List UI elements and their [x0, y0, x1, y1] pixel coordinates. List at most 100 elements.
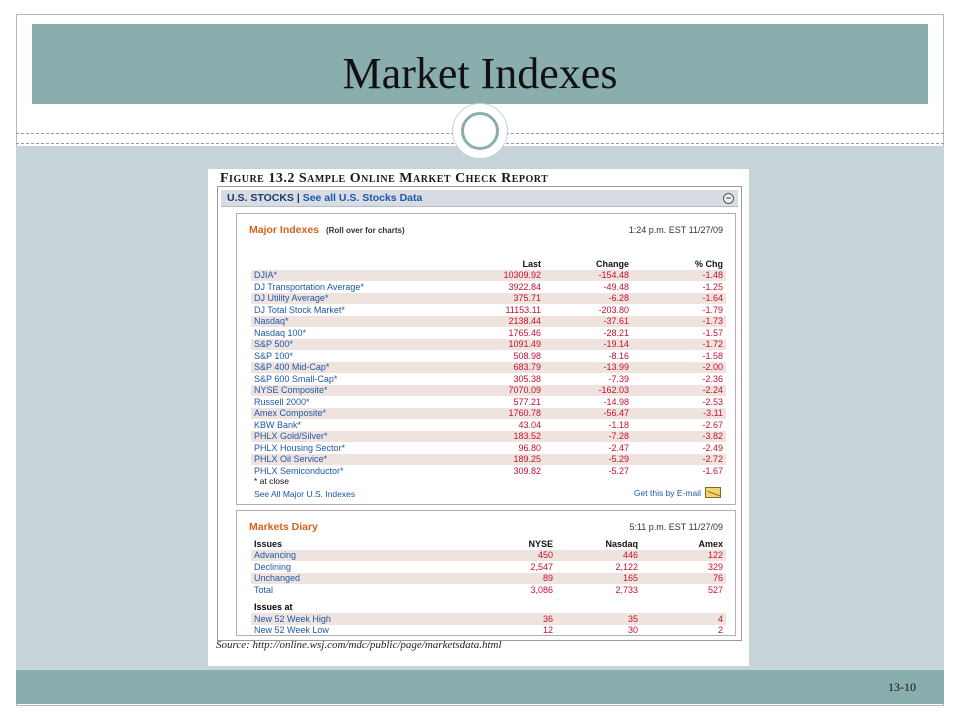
- cell-value: -1.25: [702, 281, 723, 292]
- row-label[interactable]: PHLX Semiconductor*: [251, 465, 456, 477]
- cell-value: 1760.78: [456, 407, 544, 419]
- table-subheader-row: Issues at: [251, 602, 726, 614]
- cell-value: 446: [556, 549, 641, 561]
- table-row: Advancing 450 446 122: [251, 549, 726, 561]
- cell-value: -2.36: [702, 373, 723, 384]
- table-row: DJ Transportation Average* 3922.84 -49.48 -…: [251, 281, 726, 293]
- row-label[interactable]: S&P 500*: [251, 338, 456, 350]
- row-label[interactable]: DJ Total Stock Market*: [251, 304, 456, 316]
- row-label[interactable]: Amex Composite*: [251, 407, 456, 419]
- cell-value: -14.98: [603, 396, 629, 407]
- row-label[interactable]: DJIA*: [251, 269, 456, 281]
- cell-value: -49.48: [603, 281, 629, 292]
- cell-value: 4: [641, 613, 726, 625]
- table-row: S&P 100* 508.98 -8.16 -1.58: [251, 350, 726, 362]
- cell-value: -2.72: [632, 453, 726, 465]
- row-label[interactable]: Nasdaq 100*: [251, 327, 456, 339]
- table-row: Nasdaq* 2138.44 -37.61 -1.73: [251, 315, 726, 327]
- row-label: New 52 Week High: [251, 613, 471, 625]
- row-label[interactable]: NYSE Composite*: [251, 384, 456, 396]
- table-row: Russell 2000* 577.21 -14.98 -2.53: [251, 396, 726, 408]
- cell-value: 10309.92: [456, 269, 544, 281]
- row-label[interactable]: DJ Utility Average*: [251, 292, 456, 304]
- row-label[interactable]: DJ Transportation Average*: [251, 281, 456, 293]
- row-label[interactable]: S&P 100*: [251, 350, 456, 362]
- table-row: Nasdaq 100* 1765.46 -28.21 -1.57: [251, 327, 726, 339]
- cell-value: -1.64: [632, 292, 726, 304]
- email-link[interactable]: Get this by E-mail: [634, 487, 721, 498]
- cell-value: -2.00: [632, 361, 726, 373]
- cell-value: 2,547: [530, 561, 553, 572]
- cell-value: 11153.11: [505, 304, 541, 315]
- row-label[interactable]: Nasdaq*: [251, 315, 456, 327]
- rollover-hint: (Roll over for charts): [325, 226, 405, 235]
- major-indexes-table: Last Change % Chg DJIA* 10309.92 -154.48 -1…: [251, 258, 726, 477]
- cell-value: -1.48: [632, 269, 726, 281]
- cell-value: 309.82: [513, 465, 541, 476]
- cell-value: -2.49: [702, 442, 723, 453]
- row-label[interactable]: S&P 600 Small-Cap*: [251, 373, 456, 385]
- issues-at-subheader: Issues at: [254, 602, 293, 613]
- us-stocks-header: U.S. STOCKS | See all U.S. Stocks Data −: [221, 190, 738, 207]
- cell-value: -1.72: [632, 338, 726, 350]
- cell-value: 165: [556, 572, 641, 584]
- table-row: Unchanged 89 165 76: [251, 572, 726, 584]
- cell-value: -3.11: [632, 407, 726, 419]
- column-header: NYSE: [528, 538, 553, 549]
- cell-value: -19.14: [544, 338, 632, 350]
- table-row: New 52 Week High 36 35 4: [251, 613, 726, 625]
- cell-value: -162.03: [544, 384, 632, 396]
- footer-bar: 13-10: [16, 670, 944, 704]
- cell-value: 3,086: [530, 584, 553, 595]
- cell-value: 2,733: [615, 584, 638, 595]
- mail-icon[interactable]: [705, 487, 721, 498]
- cell-value: -7.28: [544, 430, 632, 442]
- table-row: PHLX Semiconductor* 309.82 -5.27 -1.67: [251, 465, 726, 477]
- row-label[interactable]: PHLX Oil Service*: [251, 453, 456, 465]
- source-caption: Source: http://online.wsj.com/mdc/public…: [216, 639, 502, 651]
- table-row: DJIA* 10309.92 -154.48 -1.48: [251, 269, 726, 281]
- cell-value: -2.47: [608, 442, 629, 453]
- cell-value: -2.24: [632, 384, 726, 396]
- cell-value: 527: [707, 584, 723, 595]
- cell-value: 508.98: [513, 350, 541, 361]
- table-row: S&P 600 Small-Cap* 305.38 -7.39 -2.36: [251, 373, 726, 385]
- cell-value: 89: [471, 572, 556, 584]
- figure-box: U.S. STOCKS | See all U.S. Stocks Data −…: [217, 186, 742, 641]
- row-label: Unchanged: [251, 572, 471, 584]
- minimize-icon[interactable]: −: [723, 193, 734, 204]
- cell-value: -37.61: [544, 315, 632, 327]
- column-header: Nasdaq: [605, 538, 638, 549]
- cell-value: 577.21: [513, 396, 541, 407]
- column-header: Issues: [254, 538, 283, 549]
- row-label[interactable]: PHLX Housing Sector*: [251, 442, 456, 454]
- cell-value: 2: [717, 625, 723, 636]
- column-header: % Chg: [695, 258, 723, 269]
- cell-value: -28.21: [603, 327, 629, 338]
- cell-value: -1.57: [702, 327, 723, 338]
- column-header: Last: [522, 258, 541, 269]
- row-label: Declining: [254, 561, 292, 572]
- see-all-indexes-link[interactable]: See All Major U.S. Indexes: [254, 489, 355, 499]
- table-row: DJ Utility Average* 375.71 -6.28 -1.64: [251, 292, 726, 304]
- table-row: Declining 2,547 2,122 329: [251, 561, 726, 573]
- row-label[interactable]: Russell 2000*: [251, 396, 456, 408]
- cell-value: -154.48: [544, 269, 632, 281]
- row-label[interactable]: S&P 400 Mid-Cap*: [251, 361, 456, 373]
- table-row: PHLX Housing Sector* 96.80 -2.47 -2.49: [251, 442, 726, 454]
- email-link-label[interactable]: Get this by E-mail: [634, 488, 701, 498]
- see-all-us-stocks-link[interactable]: See all U.S. Stocks Data: [303, 192, 423, 204]
- row-label[interactable]: KBW Bank*: [251, 419, 456, 431]
- cell-value: 305.38: [513, 373, 541, 384]
- cell-value: 2,122: [615, 561, 638, 572]
- cell-value: -1.18: [608, 419, 629, 430]
- major-indexes-title: Major Indexes (Roll over for charts): [249, 224, 405, 236]
- cell-value: -5.27: [608, 465, 629, 476]
- row-label[interactable]: PHLX Gold/Silver*: [251, 430, 456, 442]
- row-label: Total: [254, 584, 274, 595]
- cell-value: 183.52: [456, 430, 544, 442]
- column-header: Change: [595, 258, 629, 269]
- table-row: S&P 400 Mid-Cap* 683.79 -13.99 -2.00: [251, 361, 726, 373]
- cell-value: -6.28: [544, 292, 632, 304]
- table-row: Total 3,086 2,733 527: [251, 584, 726, 596]
